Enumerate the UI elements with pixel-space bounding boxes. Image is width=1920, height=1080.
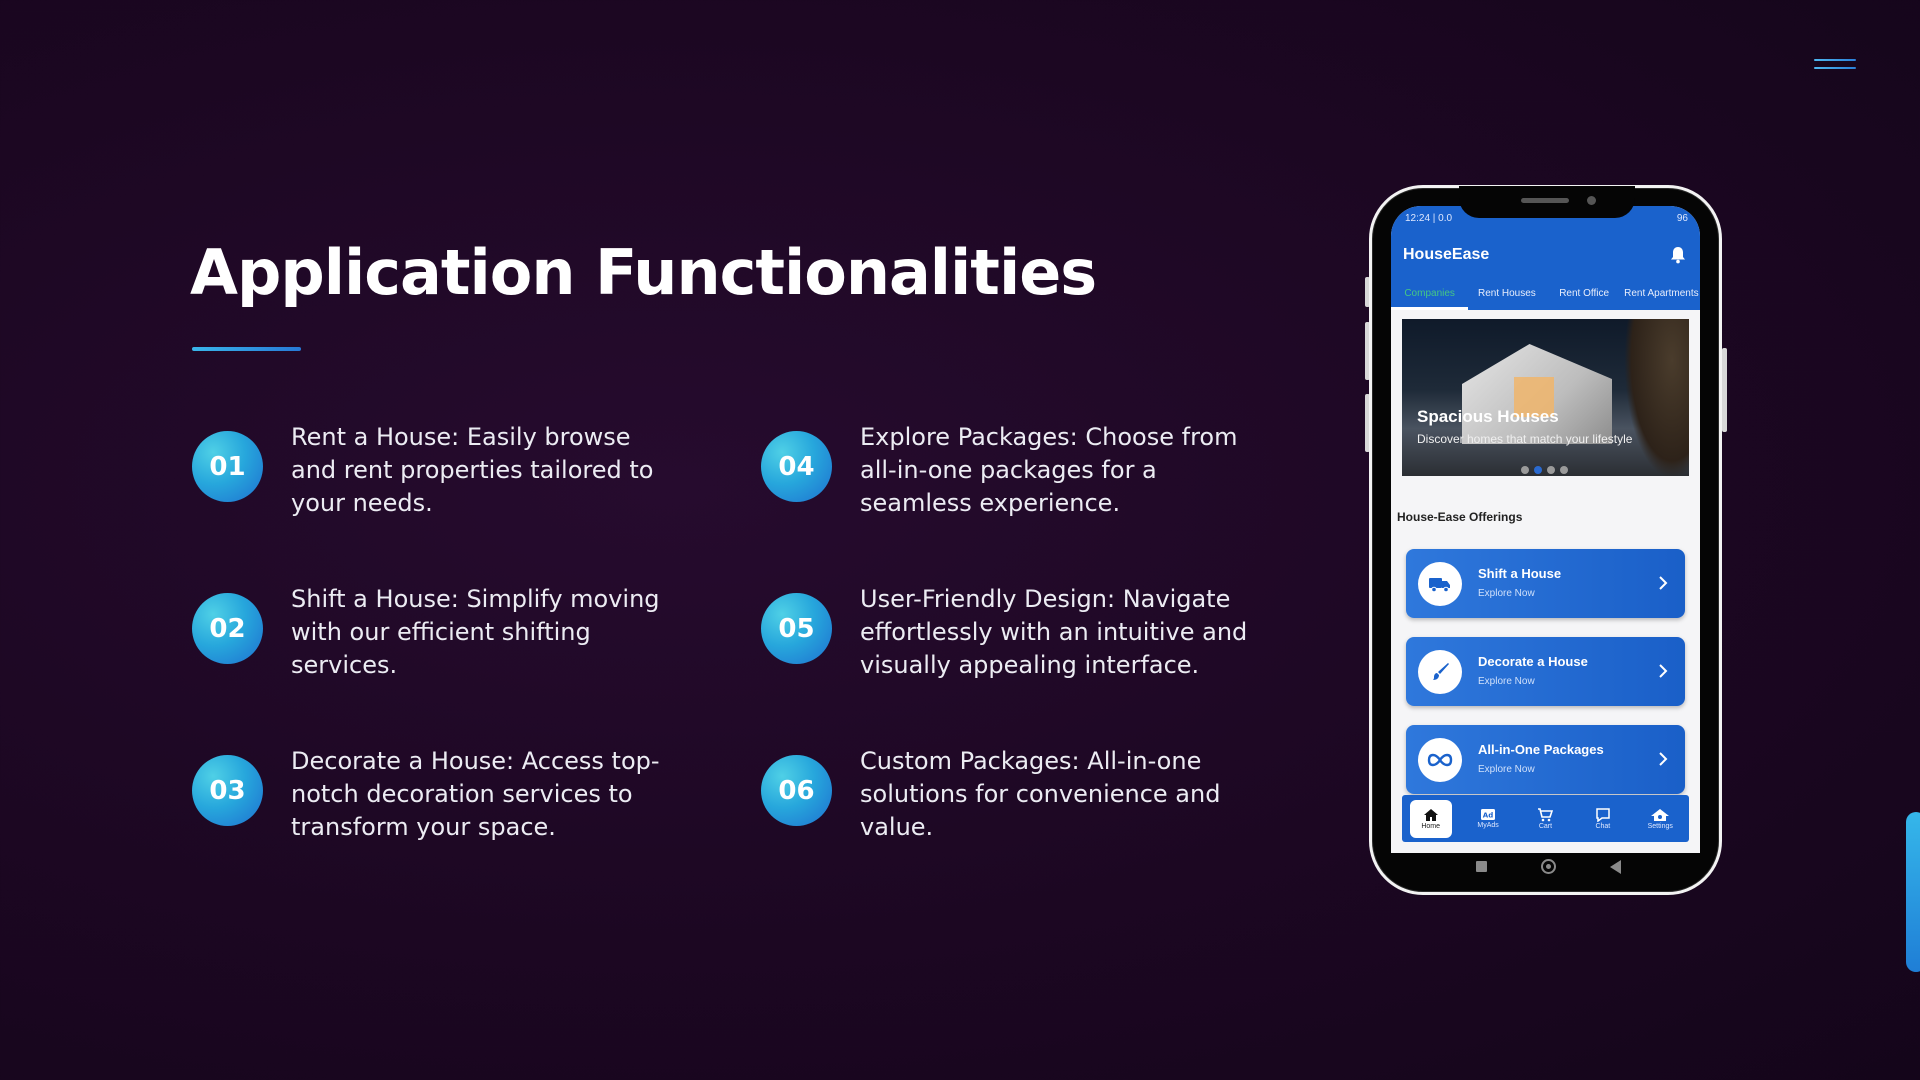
carousel-dot[interactable] [1521,466,1529,474]
home-icon [1423,808,1438,821]
offer-card-all-in-one[interactable]: All-in-One Packages Explore Now [1406,725,1685,794]
phone-speaker [1521,198,1569,203]
offer-title: Shift a House [1478,566,1562,581]
banner-subtitle: Discover homes that match your lifestyle [1417,432,1633,446]
nav-cart[interactable]: Cart [1524,800,1566,838]
feature-number-badge: 06 [761,755,832,826]
nav-myads[interactable]: Ad MyAds [1467,800,1509,838]
category-tabs: Companies Rent Houses Rent Office Rent A… [1391,280,1700,310]
offer-subtitle: Explore Now [1478,588,1535,599]
carousel-dots [1521,466,1568,474]
status-battery: 96 [1676,213,1688,224]
status-time: 12:24 | 0.0 [1405,213,1453,224]
carousel-dot-active[interactable] [1534,466,1542,474]
banner-title: Spacious Houses [1417,407,1559,426]
menu-line [1814,59,1856,61]
feature-number-badge: 04 [761,431,832,502]
promo-banner[interactable]: Spacious Houses Discover homes that matc… [1402,319,1689,476]
infinity-icon [1418,738,1462,782]
feature-number-badge: 02 [192,593,263,664]
nav-label: Settings [1647,822,1673,830]
app-bar: HouseEase Companies Rent Houses Rent Off… [1391,234,1700,310]
nav-label: MyAds [1477,822,1499,829]
offerings-heading: House-Ease Offerings [1397,510,1523,524]
bottom-navigation: Home Ad MyAds Cart Chat Settings [1402,795,1689,842]
settings-icon [1651,808,1670,821]
phone-notch [1459,186,1635,218]
offer-card-decorate-house[interactable]: Decorate a House Explore Now [1406,637,1685,706]
offer-title: Decorate a House [1478,654,1588,669]
nav-label: Cart [1538,822,1553,830]
hamburger-menu-icon[interactable] [1814,57,1858,73]
offer-subtitle: Explore Now [1478,764,1535,775]
offer-subtitle: Explore Now [1478,676,1535,687]
chat-icon [1596,807,1610,822]
phone-power-button [1722,348,1727,432]
side-accent-bar [1906,812,1920,972]
chevron-right-icon [1659,664,1668,678]
slide-title: Application Functionalities [190,236,1097,309]
nav-label: Chat [1595,822,1611,830]
menu-line [1814,67,1856,69]
feature-description: User-Friendly Design: Navigate effortles… [860,585,1248,679]
home-button-icon[interactable] [1541,859,1556,874]
carousel-dot[interactable] [1547,466,1555,474]
feature-number-badge: 03 [192,755,263,826]
chevron-right-icon [1659,576,1668,590]
ads-icon: Ad [1481,809,1496,820]
nav-chat[interactable]: Chat [1582,800,1624,838]
tab-rent-apartments[interactable]: Rent Apartments [1623,280,1700,310]
bell-icon[interactable] [1670,246,1686,264]
phone-mockup: 12:24 | 0.0 96 HouseEase Companies Rent … [1369,185,1722,895]
offer-title: All-in-One Packages [1478,742,1604,757]
cart-icon [1538,807,1554,821]
system-navigation-bar [1372,852,1719,892]
carousel-dot[interactable] [1560,466,1568,474]
recent-apps-icon[interactable] [1476,861,1487,872]
svg-text:Ad: Ad [1483,812,1493,820]
back-icon[interactable] [1610,860,1621,874]
feature-number-badge: 01 [192,431,263,502]
nav-settings[interactable]: Settings [1639,800,1681,838]
offer-card-shift-house[interactable]: Shift a House Explore Now [1406,549,1685,618]
phone-screen: 12:24 | 0.0 96 HouseEase Companies Rent … [1391,206,1700,853]
feature-description: Rent a House: Easily browse and rent pro… [291,423,654,517]
paintbrush-icon [1418,650,1462,694]
tab-rent-houses[interactable]: Rent Houses [1468,280,1545,310]
title-underline [192,347,301,351]
feature-number-badge: 05 [761,593,832,664]
feature-description: Decorate a House: Access top-notch decor… [291,747,660,841]
feature-description: Custom Packages: All-in-one solutions fo… [860,747,1221,841]
app-title: HouseEase [1403,246,1490,263]
phone-camera [1587,196,1596,205]
chevron-right-icon [1659,752,1668,766]
nav-label: Home [1421,822,1441,830]
tab-companies[interactable]: Companies [1391,280,1469,310]
feature-description: Explore Packages: Choose from all-in-one… [860,423,1238,517]
truck-icon [1418,562,1462,606]
feature-description: Shift a House: Simplify moving with our … [291,585,660,679]
tab-rent-office[interactable]: Rent Office [1546,280,1623,310]
nav-home[interactable]: Home [1409,799,1452,838]
tree-illustration [1624,319,1689,476]
